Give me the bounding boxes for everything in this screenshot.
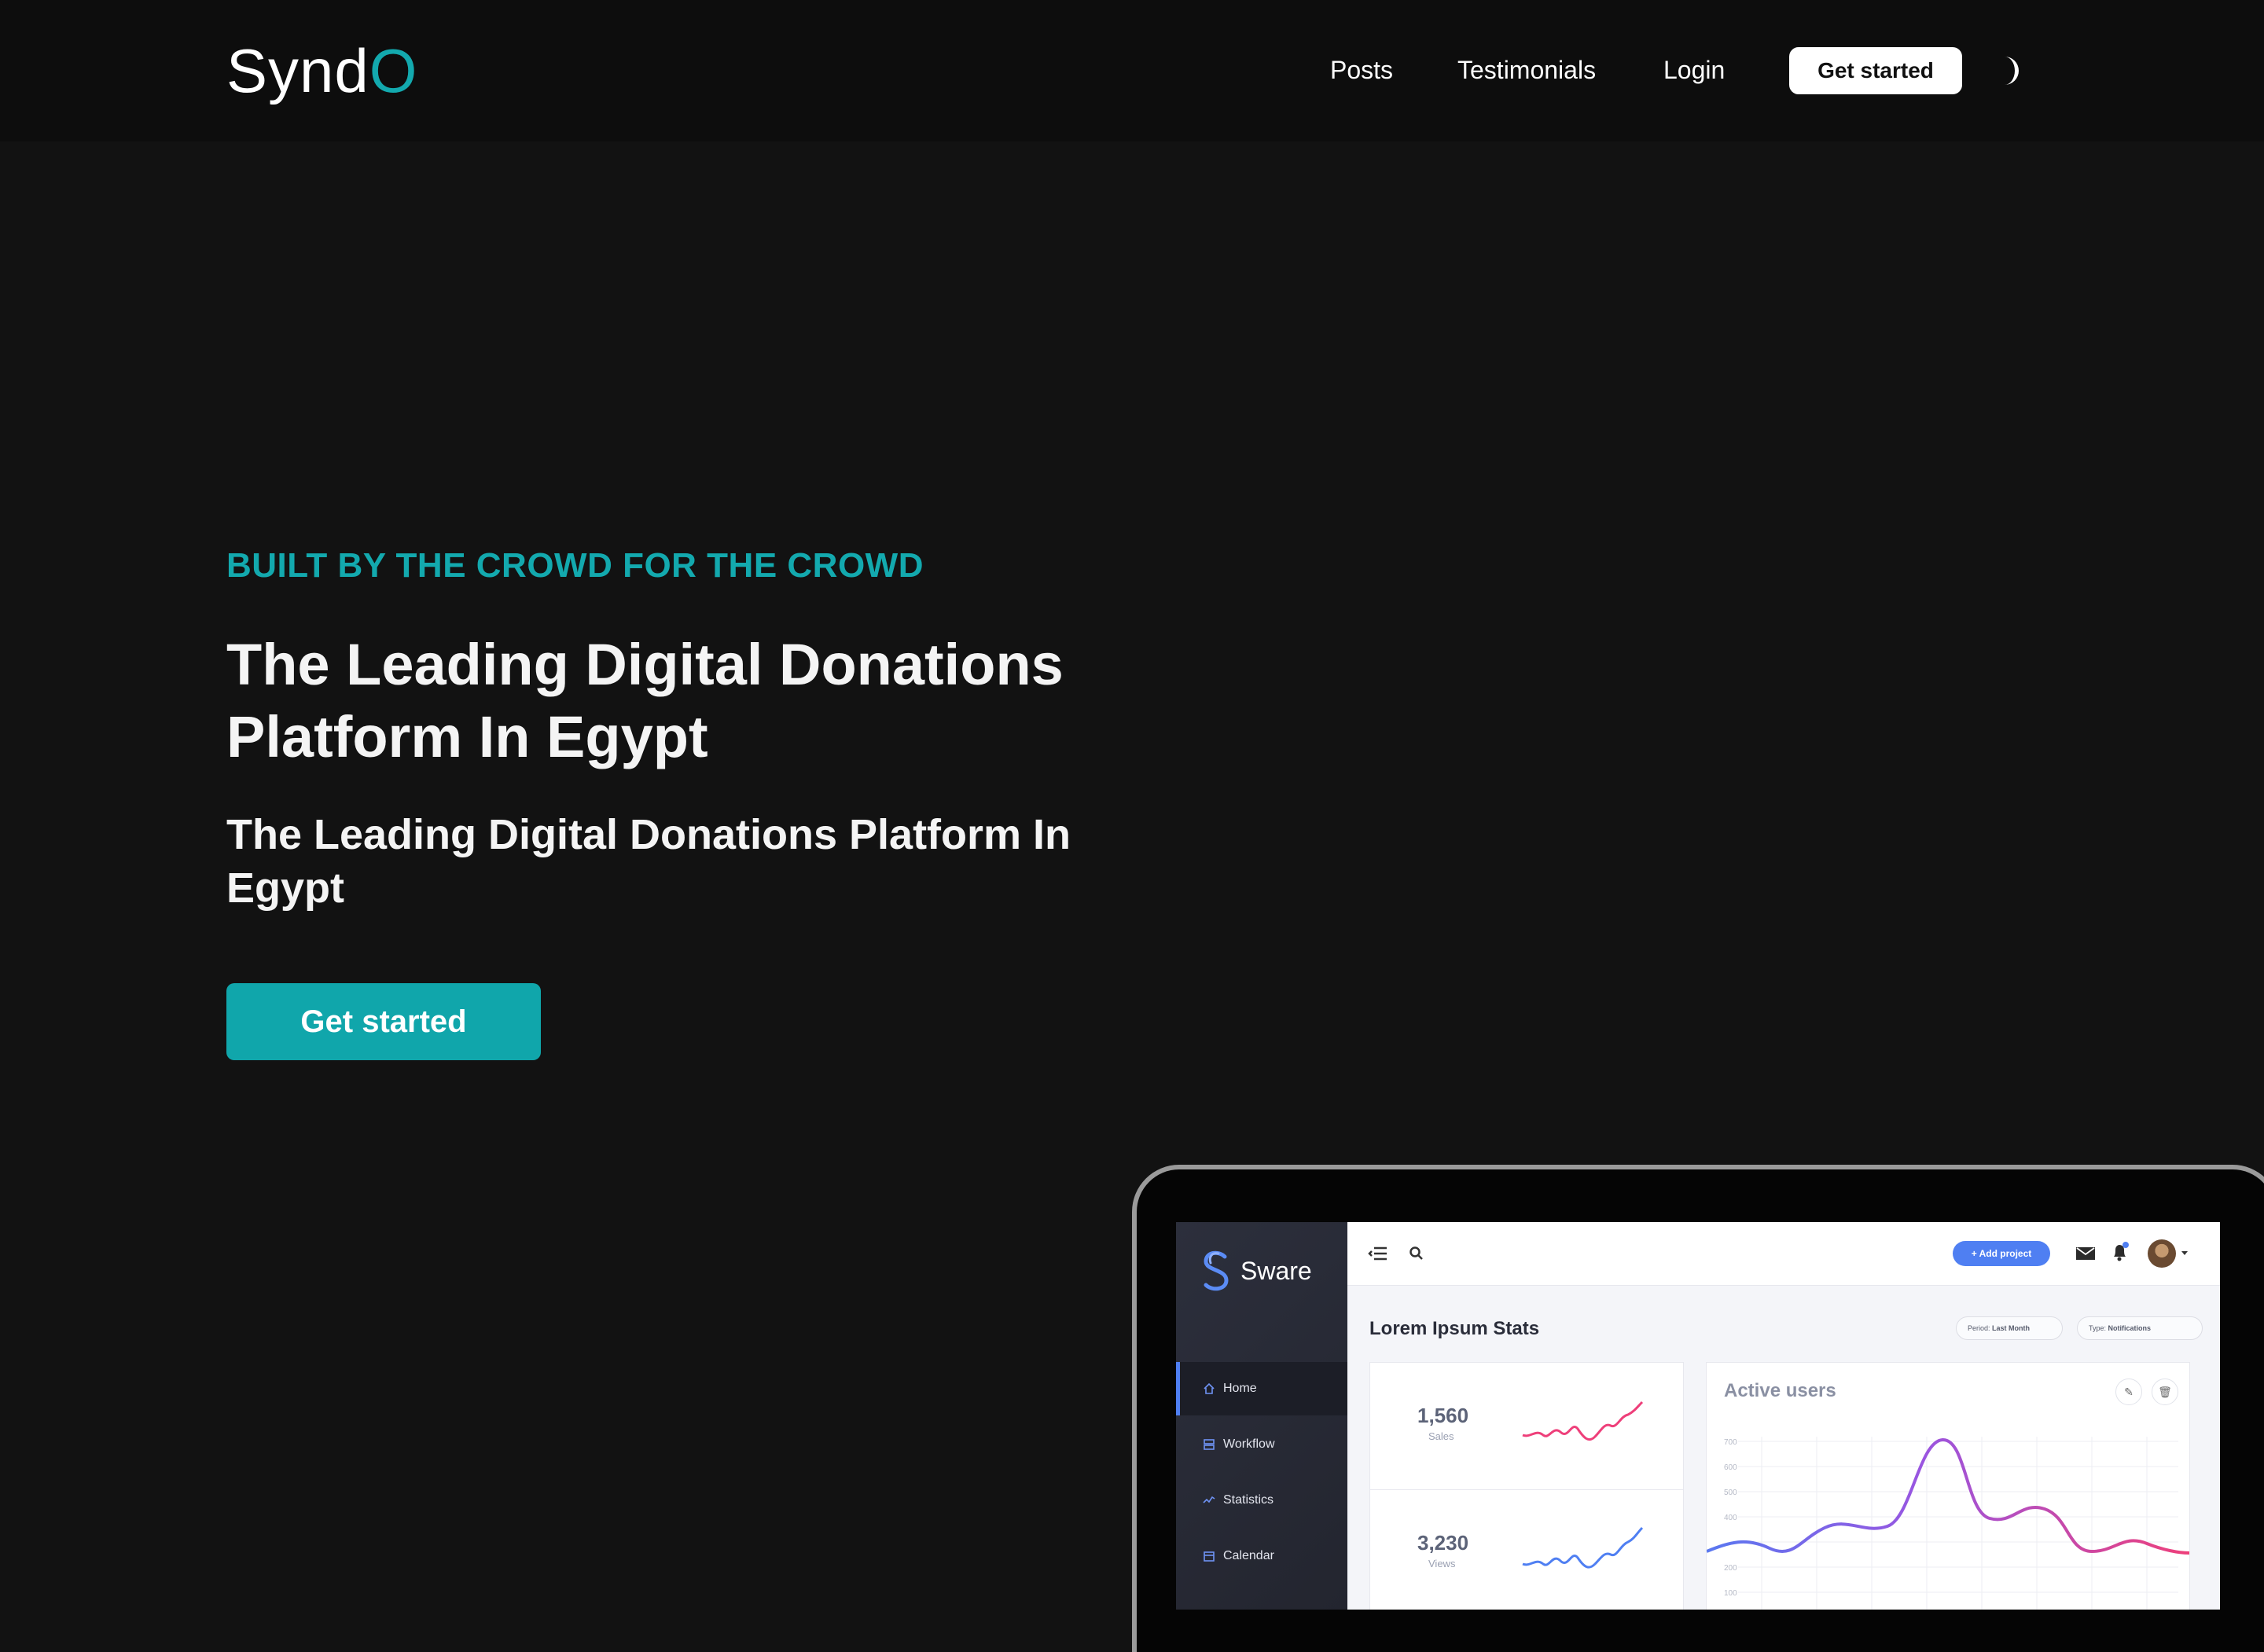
mockup-brand-name: Sware bbox=[1240, 1256, 1312, 1285]
y-tick-label: 600 bbox=[1724, 1463, 1737, 1472]
mockup-topbar: + Add project bbox=[1347, 1222, 2220, 1286]
y-tick-label: 400 bbox=[1724, 1514, 1737, 1522]
dashboard-screenshot: Sware Home Workflow Statistics Calendar bbox=[1176, 1222, 2220, 1610]
mockup-sidebar-item-statistics: Statistics bbox=[1176, 1474, 1347, 1527]
home-icon bbox=[1204, 1382, 1215, 1394]
y-tick-label: 200 bbox=[1724, 1564, 1737, 1573]
filter-value: Last Month bbox=[1992, 1324, 2031, 1332]
moon-icon[interactable] bbox=[1992, 53, 2027, 88]
mockup-sidebar-label: Home bbox=[1223, 1382, 1257, 1395]
nav-link-posts[interactable]: Posts bbox=[1330, 52, 1393, 88]
hero-tagline: BUILT BY THE CROWD FOR THE CROWD bbox=[226, 546, 924, 585]
mockup-sidebar-label: Workflow bbox=[1223, 1437, 1275, 1451]
avatar bbox=[2148, 1239, 2176, 1268]
filter-label: Type: bbox=[2089, 1324, 2107, 1332]
stat-label: Sales bbox=[1428, 1430, 1454, 1442]
mockup-brand: Sware bbox=[1201, 1250, 1312, 1291]
hero-get-started-button[interactable]: Get started bbox=[226, 983, 541, 1060]
mockup-active-users-card: Active users ✎ 🗑 700 600 500 400 200 100 bbox=[1706, 1362, 2190, 1610]
filter-label: Period: bbox=[1968, 1324, 1990, 1332]
workflow-icon bbox=[1204, 1439, 1215, 1450]
mail-icon bbox=[2076, 1247, 2095, 1260]
y-tick-label: 700 bbox=[1724, 1438, 1737, 1447]
mockup-stat-card-sales: 1,560 Sales bbox=[1369, 1362, 1684, 1491]
mockup-sidebar-label: Calendar bbox=[1223, 1549, 1274, 1562]
logo-accent: O bbox=[369, 36, 418, 105]
logo-text: Synd bbox=[226, 36, 369, 105]
hero-title: The Leading Digital Donations Platform I… bbox=[226, 632, 1064, 769]
statistics-icon bbox=[1203, 1496, 1215, 1503]
navbar: SyndO Posts Testimonials Login Get start… bbox=[0, 0, 2264, 141]
mockup-sidebar-item-workflow: Workflow bbox=[1176, 1418, 1347, 1471]
nav-link-testimonials[interactable]: Testimonials bbox=[1457, 52, 1596, 88]
stat-value: 3,230 bbox=[1417, 1531, 1469, 1555]
chevron-down-icon bbox=[2181, 1251, 2188, 1255]
mockup-add-project-button: + Add project bbox=[1953, 1241, 2050, 1266]
chart-title: Active users bbox=[1724, 1380, 1836, 1401]
calendar-icon bbox=[1204, 1551, 1215, 1562]
active-users-chart: 700 600 500 400 200 100 bbox=[1707, 1437, 2189, 1610]
sware-logo-icon bbox=[1204, 1250, 1229, 1291]
filter-value: Notifications bbox=[2108, 1324, 2152, 1332]
mockup-type-filter: Type: Notifications bbox=[2077, 1316, 2203, 1340]
sales-sparkline bbox=[1522, 1401, 1644, 1441]
y-tick-label: 100 bbox=[1724, 1589, 1737, 1598]
nav-get-started-button[interactable]: Get started bbox=[1789, 47, 1962, 94]
nav-link-login[interactable]: Login bbox=[1663, 52, 1725, 88]
search-icon bbox=[1409, 1246, 1423, 1260]
mockup-main: + Add project Lorem Ipsum Stats Period: … bbox=[1347, 1222, 2220, 1610]
views-sparkline bbox=[1522, 1526, 1644, 1569]
stat-label: Views bbox=[1428, 1558, 1456, 1569]
trash-icon: 🗑 bbox=[2152, 1379, 2178, 1405]
logo[interactable]: SyndO bbox=[226, 31, 417, 110]
stat-value: 1,560 bbox=[1417, 1404, 1469, 1427]
mockup-heading: Lorem Ipsum Stats bbox=[1369, 1318, 1540, 1339]
mockup-period-filter: Period: Last Month bbox=[1956, 1316, 2063, 1340]
y-tick-label: 500 bbox=[1724, 1489, 1737, 1497]
mockup-sidebar-label: Statistics bbox=[1223, 1493, 1274, 1507]
menu-collapse-icon bbox=[1368, 1246, 1387, 1261]
mockup-stat-card-views: 3,230 Views bbox=[1369, 1489, 1684, 1610]
bell-icon bbox=[2114, 1242, 2129, 1261]
mockup-sidebar: Sware Home Workflow Statistics Calendar bbox=[1176, 1222, 1347, 1610]
mockup-sidebar-item-calendar: Calendar bbox=[1176, 1529, 1347, 1583]
edit-icon: ✎ bbox=[2115, 1379, 2142, 1405]
hero-subtitle: The Leading Digital Donations Platform I… bbox=[226, 811, 1071, 912]
mockup-sidebar-item-home: Home bbox=[1176, 1362, 1347, 1415]
